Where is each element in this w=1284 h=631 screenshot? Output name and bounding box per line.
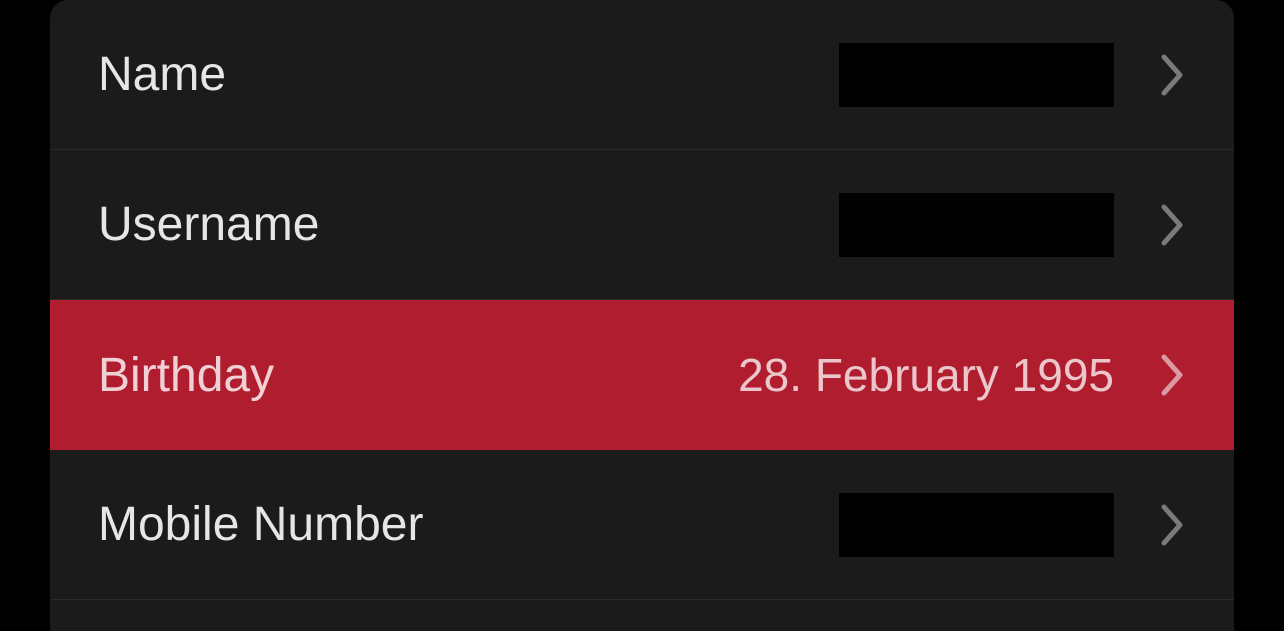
- row-label-mobile-number: Mobile Number: [98, 497, 423, 552]
- chevron-right-icon: [1158, 351, 1186, 399]
- row-label-name: Name: [98, 47, 226, 102]
- row-value-birthday: 28. February 1995: [738, 348, 1114, 402]
- row-label-username: Username: [98, 197, 319, 252]
- redacted-value-username: [839, 193, 1114, 257]
- row-right-mobile-number: [839, 493, 1186, 557]
- row-label-birthday: Birthday: [98, 348, 274, 403]
- row-right-username: [839, 193, 1186, 257]
- settings-row-name[interactable]: Name: [50, 0, 1234, 150]
- chevron-right-icon: [1158, 501, 1186, 549]
- chevron-right-icon: [1158, 201, 1186, 249]
- settings-row-mobile-number[interactable]: Mobile Number: [50, 450, 1234, 600]
- row-right-birthday: 28. February 1995: [738, 348, 1186, 402]
- redacted-value-name: [839, 43, 1114, 107]
- settings-panel: Name Username Birthday 28. February 1995…: [50, 0, 1234, 631]
- settings-row-username[interactable]: Username: [50, 150, 1234, 300]
- chevron-right-icon: [1158, 51, 1186, 99]
- settings-row-birthday[interactable]: Birthday 28. February 1995: [50, 300, 1234, 450]
- redacted-value-mobile-number: [839, 493, 1114, 557]
- row-right-name: [839, 43, 1186, 107]
